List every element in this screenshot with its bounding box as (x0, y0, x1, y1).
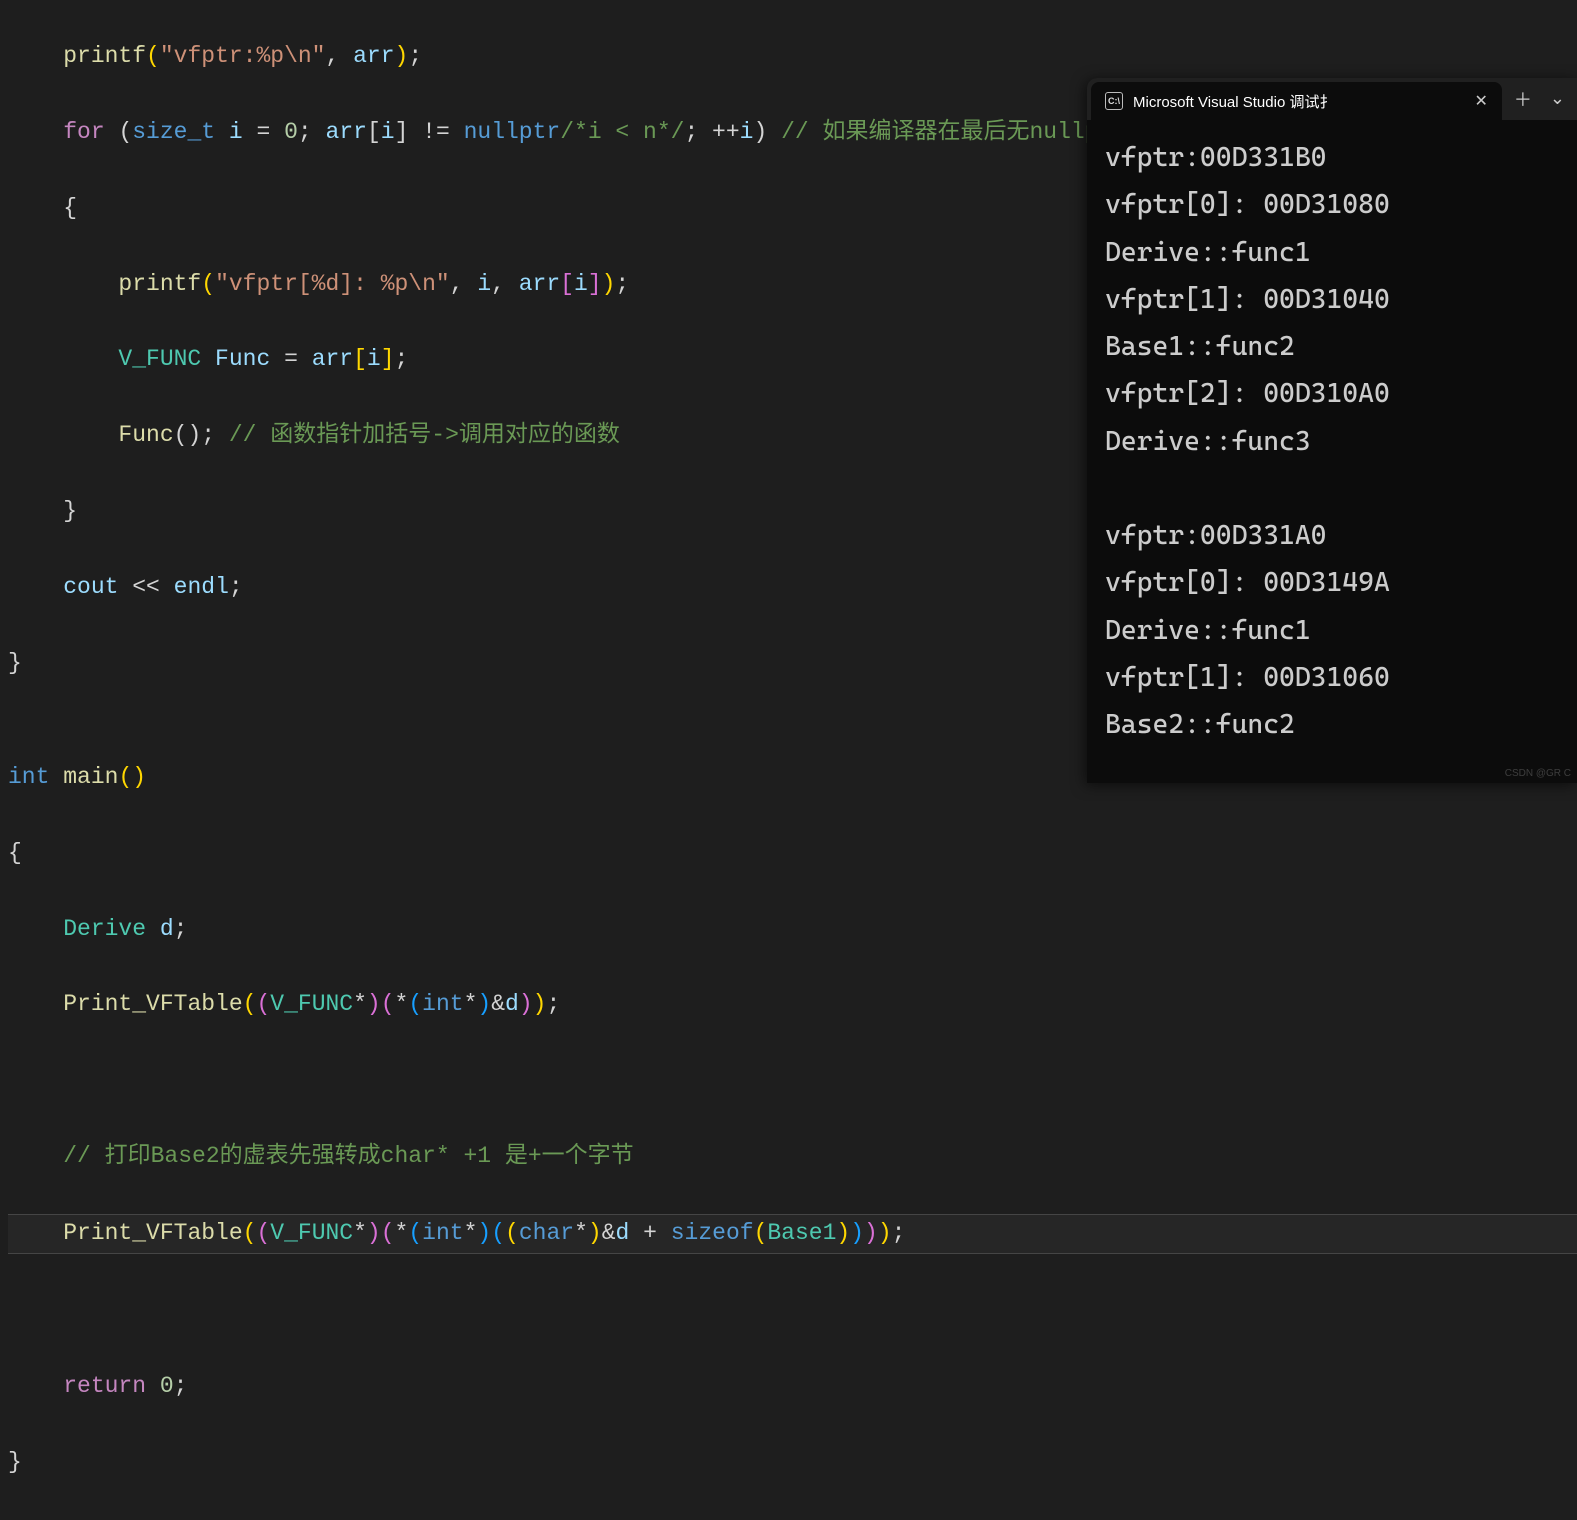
new-tab-button[interactable]: ＋ (1514, 86, 1532, 112)
code-line (8, 1292, 1577, 1330)
watermark: CSDN @GR C (1505, 768, 1571, 779)
code-line-active: Print_VFTable((V_FUNC*)(*(int*)((char*)&… (8, 1214, 1577, 1254)
code-line: return 0; (8, 1368, 1577, 1406)
console-tab-title: Microsoft Visual Studio 调试扌 (1133, 91, 1465, 112)
code-line (8, 1062, 1577, 1100)
code-line: Print_VFTable((V_FUNC*)(*(int*)&d)); (8, 986, 1577, 1024)
debug-console-window: C:\ Microsoft Visual Studio 调试扌 ✕ ＋ ⌄ vf… (1087, 78, 1577, 783)
code-line: // 打印Base2的虚表先强转成char* +1 是+一个字节 (8, 1138, 1577, 1176)
close-icon[interactable]: ✕ (1475, 91, 1488, 111)
console-output[interactable]: vfptr:00D331B0 vfptr[0]: 00D31080 Derive… (1087, 120, 1577, 762)
terminal-icon: C:\ (1105, 92, 1123, 110)
code-line: { (8, 835, 1577, 873)
console-tab-active[interactable]: C:\ Microsoft Visual Studio 调试扌 ✕ (1091, 82, 1502, 120)
code-line: printf("vfptr:%p\n", arr); (8, 38, 1577, 76)
code-line: Derive d; (8, 911, 1577, 949)
console-tab-bar: C:\ Microsoft Visual Studio 调试扌 ✕ ＋ ⌄ (1087, 78, 1577, 120)
chevron-down-icon[interactable]: ⌄ (1550, 88, 1565, 110)
code-line: } (8, 1444, 1577, 1482)
